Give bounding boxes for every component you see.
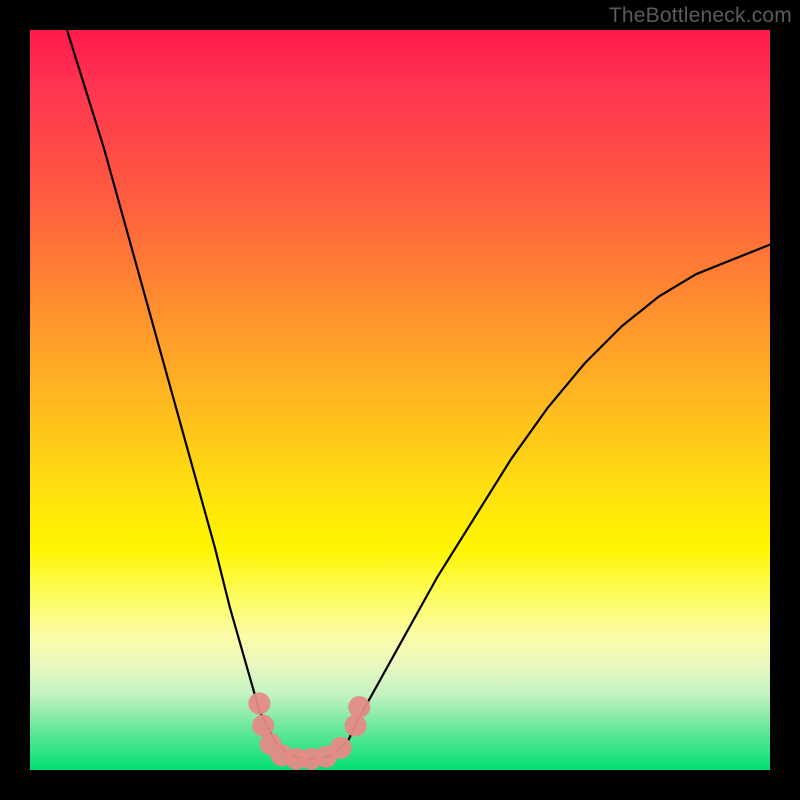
chart-frame: TheBottleneck.com xyxy=(0,0,800,800)
bottleneck-markers xyxy=(248,692,370,770)
bottleneck-curve xyxy=(67,30,770,759)
watermark-text: TheBottleneck.com xyxy=(609,4,792,28)
chart-plot-area xyxy=(30,30,770,770)
chart-svg xyxy=(30,30,770,770)
